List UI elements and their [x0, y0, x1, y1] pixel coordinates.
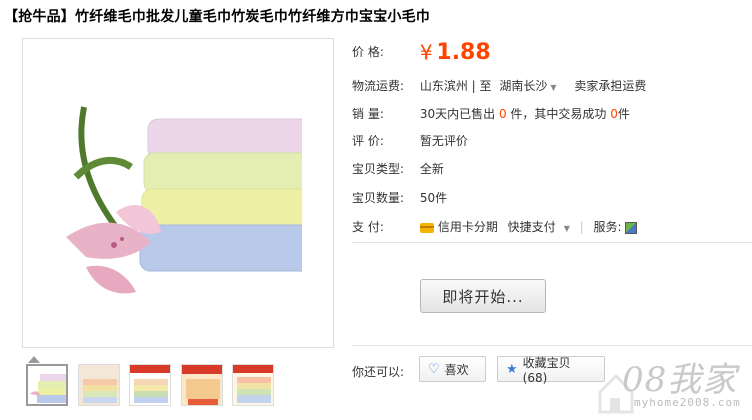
item-type-label: 宝贝类型: — [352, 162, 405, 176]
thumbnail-2[interactable] — [78, 364, 120, 406]
thumb-selector-arrow — [28, 356, 40, 363]
heart-icon: ♡ — [428, 361, 440, 377]
main-product-image[interactable] — [22, 38, 334, 348]
review-label: 评 价: — [352, 134, 384, 148]
thumb-image-icon — [182, 365, 222, 405]
thumb-image-icon — [130, 365, 170, 405]
sales-success-count: 0 — [610, 107, 618, 121]
sales-prefix: 30天内已售出 — [419, 107, 496, 121]
price-label: 价 格: — [352, 45, 384, 59]
towel-photo — [56, 67, 302, 317]
item-type-value: 全新 — [419, 162, 444, 176]
credit-card-option[interactable]: 信用卡分期 — [419, 220, 498, 234]
item-type-row: 宝贝类型: 全新 — [352, 160, 444, 177]
favorite-button[interactable]: ★ 收藏宝贝 (68) — [497, 355, 605, 385]
item-qty-label: 宝贝数量: — [352, 191, 405, 205]
payment-label: 支 付: — [352, 220, 384, 234]
sales-mid: 件，其中交易成功 — [510, 107, 607, 121]
sales-sold-count: 0 — [498, 107, 507, 121]
thumbnail-4[interactable] — [181, 364, 223, 406]
item-qty-value: 50件 — [419, 191, 448, 205]
quick-pay-label: 快捷支付 — [507, 220, 556, 234]
thumbnail-5[interactable] — [232, 364, 274, 406]
product-title: 【抢牛品】竹纤维毛巾批发儿童毛巾竹炭毛巾竹纤维方巾宝宝小毛巾 — [4, 9, 430, 25]
price-value: 1.88 — [436, 40, 491, 65]
item-qty-row: 宝贝数量: 50件 — [352, 189, 447, 206]
thumbnail-3[interactable] — [129, 364, 171, 406]
sales-label: 销 量: — [352, 107, 384, 121]
thumb-image-icon — [79, 365, 119, 405]
you-can-label: 你还可以: — [352, 365, 405, 379]
thumbnail-1[interactable] — [26, 364, 68, 406]
shipping-from: 山东滨州 — [419, 79, 468, 93]
like-button[interactable]: ♡ 喜欢 — [419, 356, 486, 382]
service-badge-icon[interactable] — [625, 221, 638, 234]
quick-pay-option[interactable]: 快捷支付 ▼ — [508, 220, 570, 234]
divider — [352, 242, 752, 243]
price-symbol: ¥ — [419, 40, 433, 65]
shipping-label: 物流运费: — [352, 79, 405, 93]
credit-card-label: 信用卡分期 — [437, 220, 498, 234]
shipping-row: 物流运费: 山东滨州 | 至 湖南长沙 ▼ 卖家承担运费 — [352, 77, 646, 94]
review-value: 暂无评价 — [419, 134, 468, 148]
divider: | — [579, 220, 584, 234]
payment-row: 支 付: 信用卡分期 快捷支付 ▼ | 服务: — [352, 218, 638, 235]
shipping-destination-select[interactable]: 湖南长沙 ▼ — [499, 79, 556, 93]
star-icon: ★ — [506, 361, 518, 377]
shipping-note: 卖家承担运费 — [574, 79, 647, 93]
thumb-image-icon — [233, 365, 273, 405]
sales-suffix: 件 — [617, 107, 630, 121]
like-label: 喜欢 — [444, 362, 469, 377]
watermark-subtext: myhome2008.com — [634, 396, 741, 409]
service-label: 服务: — [593, 220, 622, 234]
buy-button[interactable]: 即将开始... — [420, 279, 546, 313]
divider — [352, 345, 752, 346]
chevron-down-icon: ▼ — [563, 224, 570, 233]
credit-card-icon — [419, 222, 434, 233]
price-row: 价 格: ¥ 1.88 — [352, 40, 491, 65]
watermark-text: 08我家 — [622, 360, 738, 400]
shipping-to: 湖南长沙 — [499, 79, 548, 93]
favorite-label: 收藏宝贝 (68) — [522, 355, 571, 385]
sales-row: 销 量: 30天内已售出 0 件，其中交易成功 0件 — [352, 105, 630, 122]
review-row: 评 价: 暂无评价 — [352, 132, 468, 149]
shipping-to-prefix: | 至 — [471, 79, 492, 93]
chevron-down-icon: ▼ — [550, 83, 557, 92]
thumb-image-icon — [28, 366, 66, 404]
